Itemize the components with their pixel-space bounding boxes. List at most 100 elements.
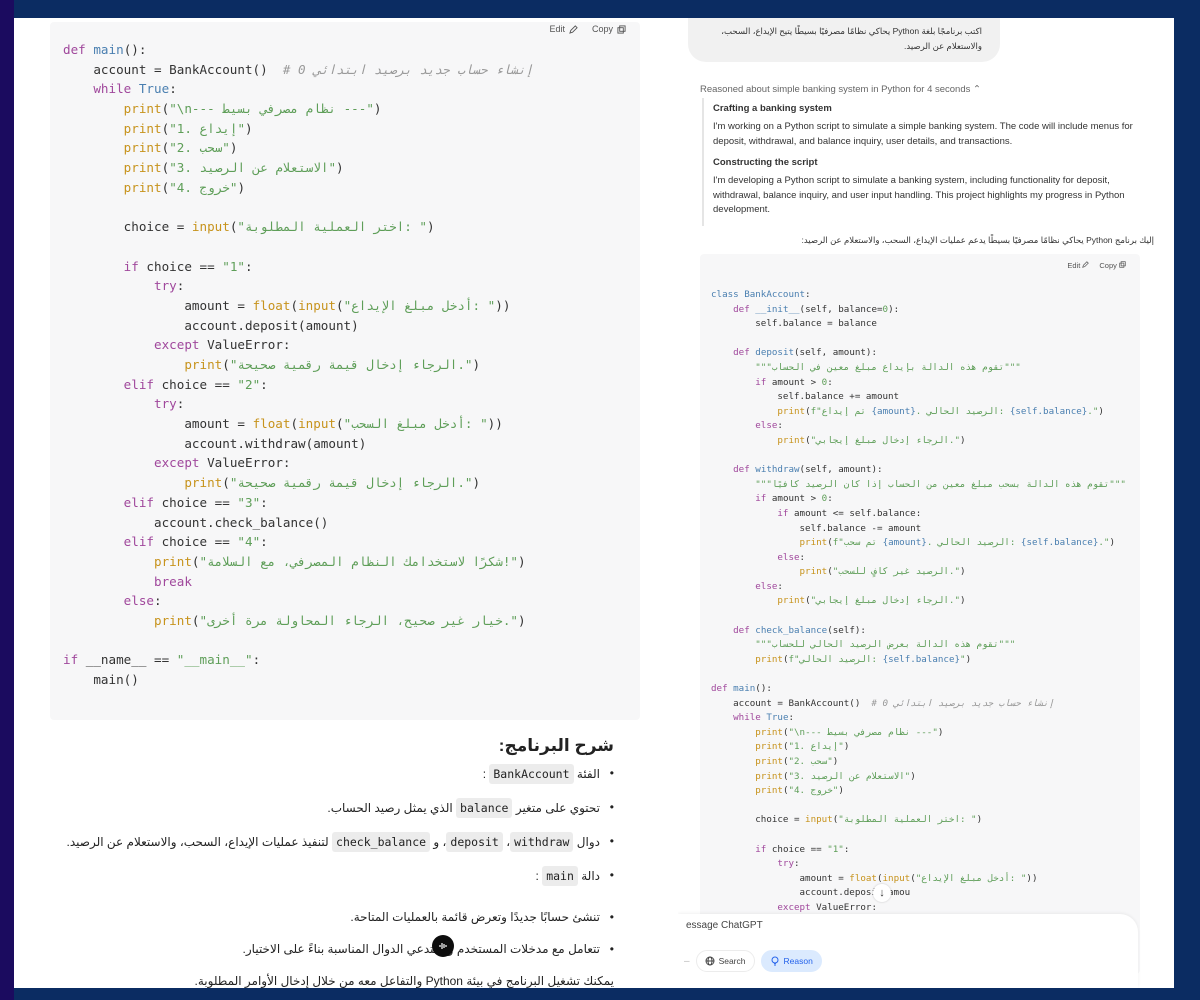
- code-token: print: [123, 120, 162, 136]
- code-token: ValueError:: [207, 455, 291, 471]
- edit-button[interactable]: Edit: [1067, 261, 1090, 270]
- edit-icon: [1082, 261, 1090, 268]
- code-token: if: [755, 493, 772, 505]
- code-token: ): [910, 770, 916, 782]
- scroll-to-bottom-button[interactable]: ↓: [873, 884, 891, 902]
- copy-button[interactable]: Copy: [592, 22, 626, 36]
- code-token: {self.balance}: [1009, 405, 1088, 417]
- inline-code: BankAccount: [489, 764, 574, 784]
- code-token: ): [427, 219, 435, 235]
- code-toolbar: Edit Copy: [1067, 261, 1126, 270]
- code-token: :: [788, 712, 795, 724]
- code-token: """تقوم هذه الدالة بسحب مبلغ معين من الح…: [755, 478, 1126, 490]
- inline-code: deposit: [446, 832, 503, 852]
- code-line: print("\n--- نظام مصرفي بسيط ---"): [63, 99, 533, 119]
- program-explanation: شرح البرنامج: الفئة BankAccount : تحتوي ع…: [54, 718, 644, 988]
- code-token: )): [487, 416, 503, 432]
- code-token: else: [123, 593, 155, 609]
- code-line: print("الرجاء إدخال مبلغ إيجابي."): [711, 434, 1126, 449]
- edit-button[interactable]: Edit: [549, 22, 578, 36]
- arrow-down-icon: ↓: [879, 887, 885, 899]
- code-line: self.balance -= amount: [711, 522, 1126, 537]
- code-token: elif: [123, 376, 162, 392]
- code-token: . الرصيد الحالي:: [915, 405, 1010, 417]
- code-token: print: [777, 595, 806, 607]
- attach-button-partial[interactable]: –: [684, 956, 690, 967]
- code-line: print("1. إيداع"): [63, 119, 533, 139]
- code-line: def main():: [711, 682, 1126, 697]
- copy-button[interactable]: Copy: [1099, 261, 1126, 270]
- copy-label: Copy: [1099, 261, 1117, 270]
- code-lines: def main(): account = BankAccount() # 0 …: [63, 40, 533, 690]
- voice-mode-button[interactable]: [432, 935, 454, 957]
- code-token: choice ==: [771, 843, 828, 855]
- code-token: ():: [755, 683, 772, 695]
- code-token: else: [755, 580, 778, 592]
- explanation-text: :: [482, 767, 490, 781]
- code-line: try:: [63, 394, 533, 414]
- reason-label: Reason: [783, 956, 813, 966]
- code-line: amount = float(input("أدخل مبلغ السحب: "…: [63, 414, 533, 434]
- explanation-text: :: [535, 869, 543, 883]
- code-token: (self, balance=: [799, 303, 883, 315]
- user-message-bubble: اكتب برنامجًا بلغة Python يحاكي نظامًا م…: [688, 18, 1000, 62]
- code-token: "4": [237, 534, 261, 550]
- code-line: print("2. سحب"): [63, 138, 533, 158]
- code-token: main: [733, 683, 756, 695]
- reasoning-body: Crafting a banking system I'm working on …: [702, 98, 1142, 226]
- top-frame-bar: [14, 0, 1200, 18]
- code-token: "3": [237, 494, 261, 510]
- code-token: try: [154, 278, 177, 294]
- lightbulb-icon: [771, 956, 778, 966]
- code-token: (: [336, 297, 344, 313]
- reasoning-step-title: Crafting a banking system: [713, 103, 832, 114]
- explanation-text: الذي يمثل رصيد الحساب.: [327, 801, 457, 815]
- code-token: (: [191, 612, 200, 628]
- code-line: choice = input("اختر العملية المطلوبة: "…: [63, 217, 533, 237]
- code-token: self.balance = balance: [711, 318, 877, 330]
- code-token: ): [472, 357, 481, 372]
- search-button[interactable]: Search: [695, 950, 755, 972]
- code-token: (: [191, 553, 200, 569]
- reasoning-toggle[interactable]: Reasoned about simple banking system in …: [700, 84, 981, 95]
- code-line: if __name__ == "__main__":: [63, 650, 533, 670]
- code-line: amount = float(input("أدخل مبلغ الإيداع:…: [63, 296, 533, 316]
- code-token: ): [517, 612, 526, 628]
- code-token: choice =: [63, 219, 192, 235]
- assistant-intro-line: إليك برنامج Python يحاكي نظامًا مصرفيًا …: [801, 235, 1154, 245]
- message-input[interactable]: [686, 920, 986, 931]
- code-line: main(): [63, 670, 533, 690]
- code-line: else:: [711, 580, 1126, 595]
- code-token: choice ==: [146, 258, 223, 274]
- code-token: ): [976, 814, 983, 826]
- reason-button[interactable]: Reason: [760, 950, 822, 972]
- code-line: def main():: [63, 40, 533, 60]
- code-token: ): [517, 553, 526, 569]
- code-token: float: [252, 416, 291, 432]
- code-token: choice =: [711, 814, 806, 826]
- code-token: "أدخل مبلغ السحب: ": [343, 416, 488, 432]
- code-line: print("شكرًا لاستخدامك النظام المصرفي، م…: [63, 552, 533, 572]
- code-token: :: [260, 494, 268, 510]
- code-token: (: [336, 416, 344, 432]
- code-token: except: [154, 337, 208, 353]
- code-line: account = BankAccount() # 0 إنشاء حساب ج…: [63, 60, 533, 80]
- code-line: def __init__(self, balance=0):: [711, 303, 1126, 318]
- code-token: input: [882, 872, 911, 884]
- code-token: print: [755, 770, 783, 782]
